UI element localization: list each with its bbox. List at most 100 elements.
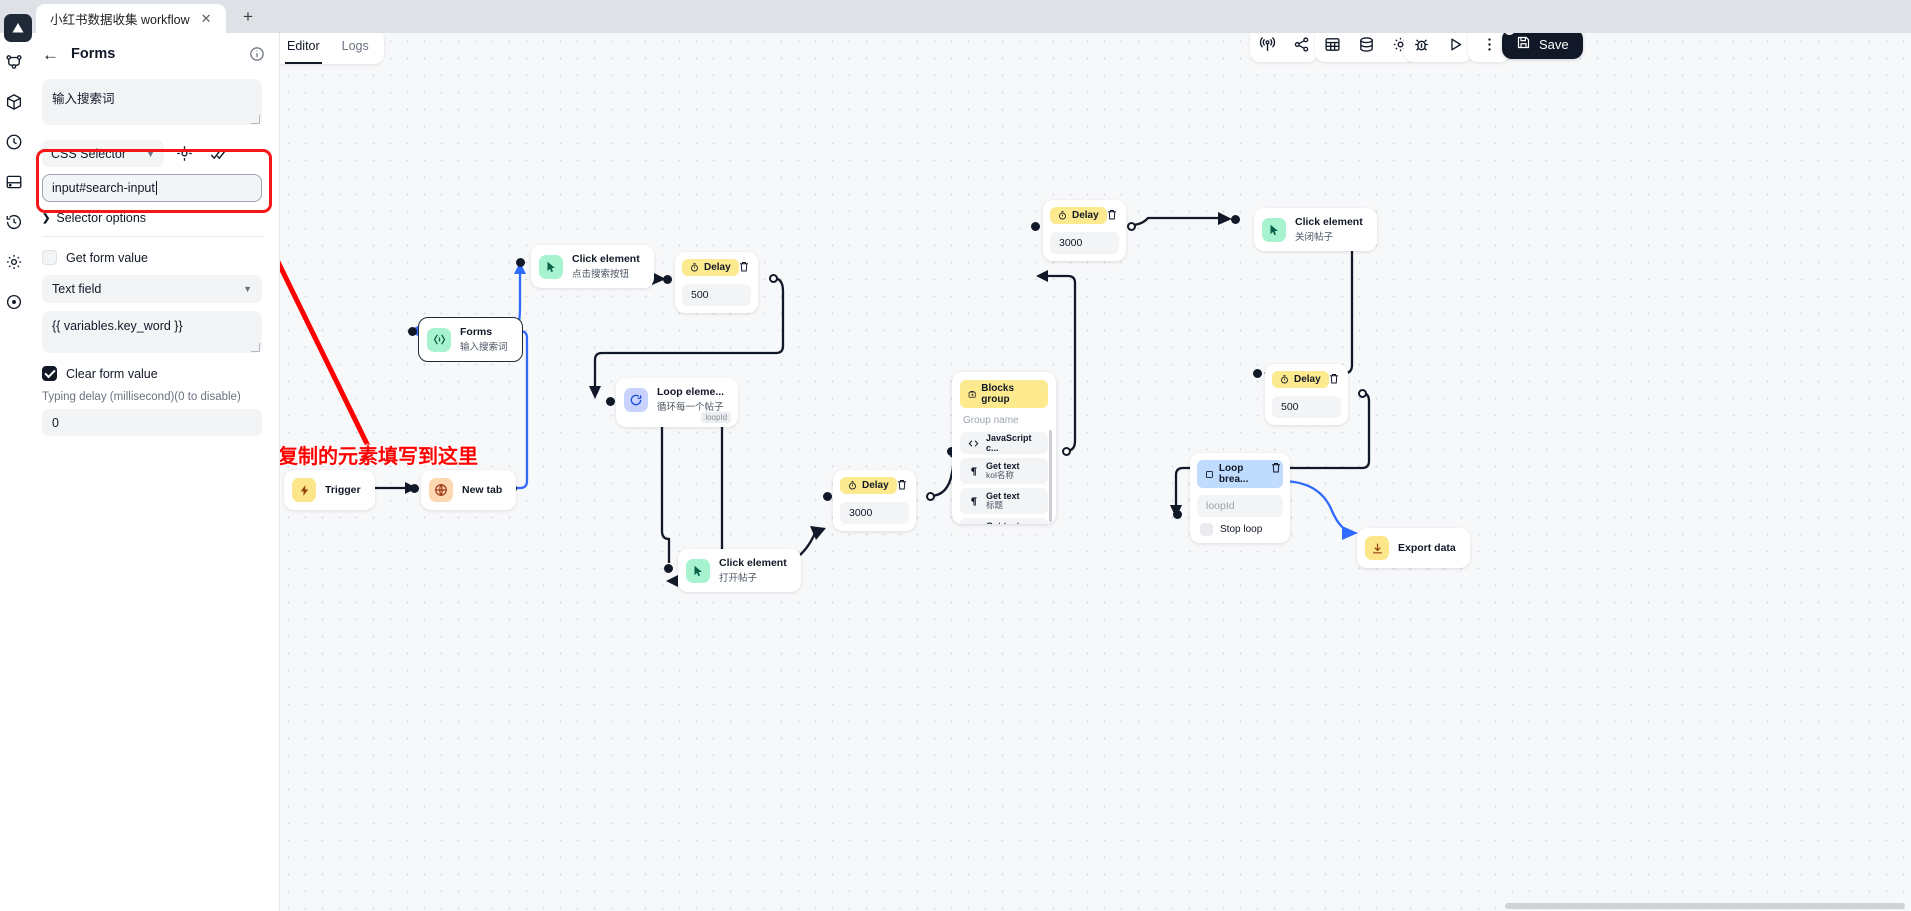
field-type-select[interactable]: Text field ▼ (42, 275, 262, 303)
node-trigger[interactable]: Trigger (284, 470, 375, 510)
node-delay-3000-b[interactable]: Delay 3000 (1043, 200, 1126, 261)
package-icon[interactable] (5, 93, 23, 111)
element-picker-icon[interactable] (171, 140, 198, 167)
get-form-value-row[interactable]: Get form value (42, 250, 265, 265)
annotation-text: 将上一步复制的元素填写到这里 (280, 446, 478, 468)
close-icon[interactable]: ✕ (198, 12, 215, 25)
node-export-data[interactable]: Export data (1357, 528, 1470, 568)
icon-rail (0, 33, 28, 911)
node-title: New tab (462, 484, 503, 496)
delay-value[interactable]: 500 (682, 284, 751, 306)
description-textarea[interactable]: 输入搜索词 (42, 79, 262, 125)
share-icon[interactable] (1284, 33, 1318, 62)
selector-input[interactable]: input#search-input (42, 174, 262, 202)
horizontal-scrollbar[interactable] (1505, 903, 1905, 909)
selector-type-value: CSS Selector (51, 146, 127, 161)
node-pill: Delay (682, 259, 739, 276)
play-icon[interactable] (1438, 33, 1472, 62)
page-title: Forms (71, 46, 116, 62)
selector-options-toggle[interactable]: ❯ Selector options (42, 211, 265, 225)
clear-form-value-checkbox[interactable] (42, 366, 57, 381)
delay-value[interactable]: 3000 (840, 502, 909, 524)
loop-id-tag: loopId (701, 412, 732, 423)
node-loop-element[interactable]: Loop eleme... 循环每一个帖子 loopId (616, 378, 739, 427)
delete-icon[interactable] (896, 478, 908, 491)
cursor-icon (539, 254, 563, 279)
stop-loop-checkbox[interactable] (1200, 523, 1213, 536)
node-subtitle: 点击搜索按钮 (572, 269, 630, 280)
back-icon[interactable]: ← (42, 46, 59, 63)
typing-delay-value: 0 (52, 415, 59, 430)
loop-icon (624, 387, 648, 412)
gear-icon[interactable] (5, 253, 23, 271)
resize-grip-icon[interactable] (251, 343, 260, 352)
broadcast-icon[interactable] (1250, 33, 1284, 62)
typing-delay-input[interactable]: 0 (42, 409, 262, 436)
workflow-canvas[interactable]: 将上一步复制的元素填写到这里 Forms 输入搜索词 Click element… (280, 33, 1911, 911)
forms-icon (427, 327, 451, 352)
delay-value[interactable]: 500 (1272, 396, 1341, 418)
value-textarea[interactable]: {{ variables.key_word }} (42, 311, 262, 353)
delete-icon[interactable] (738, 260, 750, 273)
node-loop-breakpoint[interactable]: Loop brea... loopId Stop loop (1190, 453, 1290, 543)
tab-editor[interactable]: Editor (280, 33, 331, 64)
browser-tab[interactable]: 小红书数据收集 workflow ✕ (36, 4, 226, 33)
group-item-subtitle: kol名称 (986, 470, 1014, 481)
panel-header: ← Forms (42, 33, 265, 71)
database-icon[interactable] (1349, 33, 1383, 62)
delete-icon[interactable] (1328, 372, 1340, 385)
node-subtitle: 关闭帖子 (1295, 232, 1334, 243)
node-subtitle: 输入搜索词 (460, 342, 508, 353)
node-blocks-group[interactable]: Blocks group Group name JavaScript c... … (952, 372, 1056, 524)
editor-logs-toolbar: Editor Logs (280, 33, 384, 64)
app-logo (4, 14, 32, 42)
node-forms[interactable]: Forms 输入搜索词 (418, 317, 523, 362)
node-title: Delay (1294, 374, 1321, 385)
loop-id-value[interactable]: loopId (1197, 495, 1283, 517)
node-delay-500-a[interactable]: Delay 500 (675, 252, 758, 313)
selector-options-label: Selector options (56, 211, 147, 225)
group-name-placeholder[interactable]: Group name (963, 415, 1048, 426)
group-item-get-text-kol[interactable]: Get text kol名称 (960, 458, 1048, 484)
stop-loop-row[interactable]: Stop loop (1197, 523, 1283, 536)
node-title: Loop eleme... (657, 386, 725, 398)
storage-icon[interactable] (5, 173, 23, 191)
node-click-element-search[interactable]: Click element 点击搜索按钮 (531, 245, 654, 288)
tab-logs[interactable]: Logs (331, 33, 380, 64)
node-click-element-open[interactable]: Click element 打开帖子 (678, 549, 801, 592)
forms-settings-panel: ← Forms 输入搜索词 CSS Selector ▼ input#searc… (28, 33, 280, 911)
verify-selector-icon[interactable] (205, 140, 232, 167)
group-item-get-text-content[interactable]: Get text 内容 (960, 518, 1048, 524)
delete-icon[interactable] (1106, 208, 1118, 221)
get-form-value-checkbox[interactable] (42, 250, 57, 265)
node-delay-500-b[interactable]: Delay 500 (1265, 364, 1348, 425)
group-item-javascript[interactable]: JavaScript c... (960, 432, 1048, 454)
workflow-icon[interactable] (5, 53, 23, 71)
node-delay-3000-a[interactable]: Delay 3000 (833, 470, 916, 531)
clock-icon[interactable] (5, 133, 23, 151)
target-icon[interactable] (5, 293, 23, 311)
selector-type-select[interactable]: CSS Selector ▼ (42, 140, 164, 167)
clear-form-value-label: Clear form value (66, 366, 158, 381)
history-icon[interactable] (5, 213, 23, 231)
field-type-value: Text field (52, 282, 102, 296)
code-icon (968, 438, 979, 449)
chevron-down-icon: ▼ (146, 148, 155, 159)
group-item-title: Get text (986, 521, 1020, 524)
resize-grip-icon[interactable] (251, 115, 260, 124)
bug-icon[interactable] (1404, 33, 1438, 62)
delete-icon[interactable] (1270, 461, 1282, 474)
group-item-get-text-title[interactable]: Get text 标题 (960, 488, 1048, 514)
save-button[interactable]: Save (1502, 33, 1583, 59)
new-tab-icon[interactable]: + (236, 5, 260, 29)
group-scrollbar[interactable] (1049, 430, 1052, 522)
info-icon[interactable] (249, 46, 265, 62)
node-title: Export data (1398, 542, 1456, 554)
table-icon[interactable] (1315, 33, 1349, 62)
description-value: 输入搜索词 (52, 92, 115, 106)
node-click-element-close[interactable]: Click element 关闭帖子 (1254, 208, 1377, 251)
node-title: Blocks group (981, 383, 1015, 405)
clear-form-value-row[interactable]: Clear form value (42, 366, 265, 381)
node-new-tab[interactable]: New tab (421, 470, 517, 510)
delay-value[interactable]: 3000 (1050, 232, 1119, 254)
